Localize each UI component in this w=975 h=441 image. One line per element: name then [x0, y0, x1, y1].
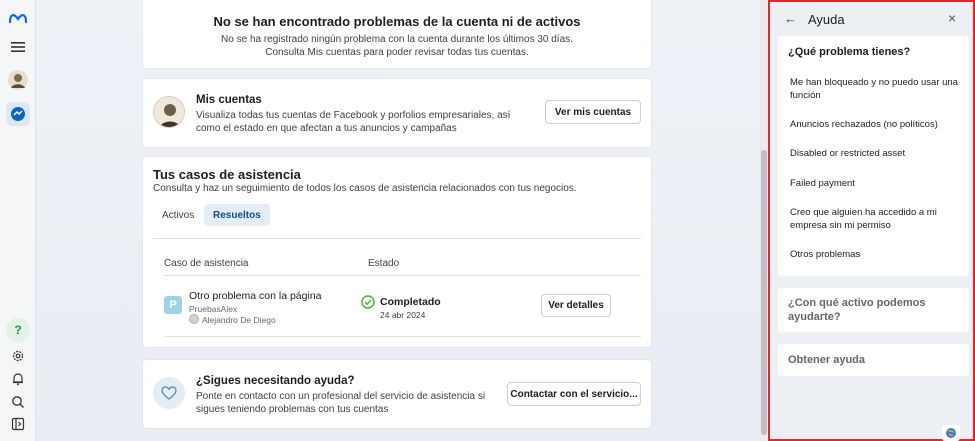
no-issues-line1: No se ha registrado ningún problema con …	[221, 34, 573, 45]
still-need-help-title: ¿Sigues necesitando ayuda?	[196, 375, 355, 387]
help-panel-header: ← Ayuda ×	[770, 2, 973, 36]
my-accounts-card: Mis cuentas Visualiza todas tus cuentas …	[143, 79, 651, 147]
scrollbar-thumb[interactable]	[761, 150, 767, 435]
tab-resueltos[interactable]: Resueltos	[204, 204, 270, 226]
help-panel: ← Ayuda × ¿Qué problema tienes? Me han b…	[768, 0, 975, 441]
help-item[interactable]: Me han bloqueado y no puedo usar una fun…	[790, 76, 960, 102]
left-rail: ?	[0, 0, 36, 441]
case-status: Completado	[380, 296, 441, 308]
help-panel-title: Ayuda	[808, 12, 845, 27]
case-user: Alejandro De Diego	[202, 315, 276, 325]
globe-icon[interactable]	[942, 425, 960, 441]
ads-dashboard-icon[interactable]	[6, 102, 30, 126]
case-page: PruebasAlex	[189, 304, 238, 314]
still-need-help-card: ¿Sigues necesitando ayuda? Ponte en cont…	[143, 360, 651, 428]
asset-section[interactable]: ¿Con qué activo podemos ayudarte?	[778, 288, 969, 332]
divider	[153, 238, 641, 239]
case-name: Otro problema con la página	[189, 290, 322, 302]
scrollbar[interactable]	[760, 0, 768, 441]
close-icon[interactable]: ×	[948, 11, 956, 25]
bell-icon[interactable]	[6, 367, 30, 391]
back-arrow-icon[interactable]: ←	[784, 12, 797, 26]
asset-section-title: ¿Con qué activo podemos ayudarte?	[788, 297, 926, 323]
help-item[interactable]: Disabled or restricted asset	[790, 147, 960, 160]
help-item[interactable]: Creo que alguien ha accedido a mi empres…	[790, 206, 960, 232]
help-item[interactable]: Otros problemas	[790, 248, 960, 261]
help-item[interactable]: Failed payment	[790, 177, 960, 190]
view-details-button[interactable]: Ver detalles	[541, 294, 611, 317]
divider	[164, 336, 641, 337]
support-cases-description: Consulta y haz un seguimiento de todos l…	[153, 183, 577, 194]
main-content: No se han encontrado problemas de la cue…	[36, 0, 760, 441]
support-cases-title: Tus casos de asistencia	[153, 167, 301, 182]
help-item[interactable]: Anuncios rechazados (no políticos)	[790, 118, 960, 131]
search-icon[interactable]	[6, 390, 30, 414]
tab-activos[interactable]: Activos	[153, 204, 203, 226]
settings-icon[interactable]	[6, 344, 30, 368]
sidebar-toggle-icon[interactable]	[6, 412, 30, 436]
problem-section: ¿Qué problema tienes? Me han bloqueado y…	[778, 36, 969, 276]
get-help-title: Obtener ayuda	[788, 354, 866, 366]
case-page-icon: P	[164, 296, 182, 314]
support-cases-card: Tus casos de asistencia Consulta y haz u…	[143, 157, 651, 347]
case-date: 24 abr 2024	[380, 310, 426, 320]
get-help-section[interactable]: Obtener ayuda	[778, 344, 969, 376]
profile-avatar[interactable]	[6, 68, 30, 92]
contact-support-button[interactable]: Contactar con el servicio...	[507, 382, 641, 406]
my-accounts-title: Mis cuentas	[196, 94, 262, 106]
user-avatar	[189, 314, 199, 324]
still-need-help-description: Ponte en contacto con un profesional del…	[196, 391, 486, 415]
no-issues-card: No se han encontrado problemas de la cue…	[143, 0, 651, 68]
column-header-case: Caso de asistencia	[164, 258, 249, 269]
divider	[164, 275, 641, 276]
column-header-status: Estado	[368, 258, 400, 269]
accounts-avatar	[153, 96, 185, 128]
meta-logo-icon[interactable]	[6, 6, 30, 30]
my-accounts-description: Visualiza todas tus cuentas de Facebook …	[196, 110, 511, 134]
check-circle-icon	[361, 295, 375, 309]
help-icon[interactable]: ?	[6, 318, 30, 342]
no-issues-line2: Consulta Mis cuentas para poder revisar …	[265, 47, 529, 58]
menu-icon[interactable]	[6, 35, 30, 59]
heart-icon	[153, 377, 185, 409]
no-issues-title: No se han encontrado problemas de la cue…	[213, 14, 581, 29]
view-accounts-button[interactable]: Ver mis cuentas	[545, 100, 641, 124]
problem-section-title: ¿Qué problema tienes?	[788, 46, 911, 58]
